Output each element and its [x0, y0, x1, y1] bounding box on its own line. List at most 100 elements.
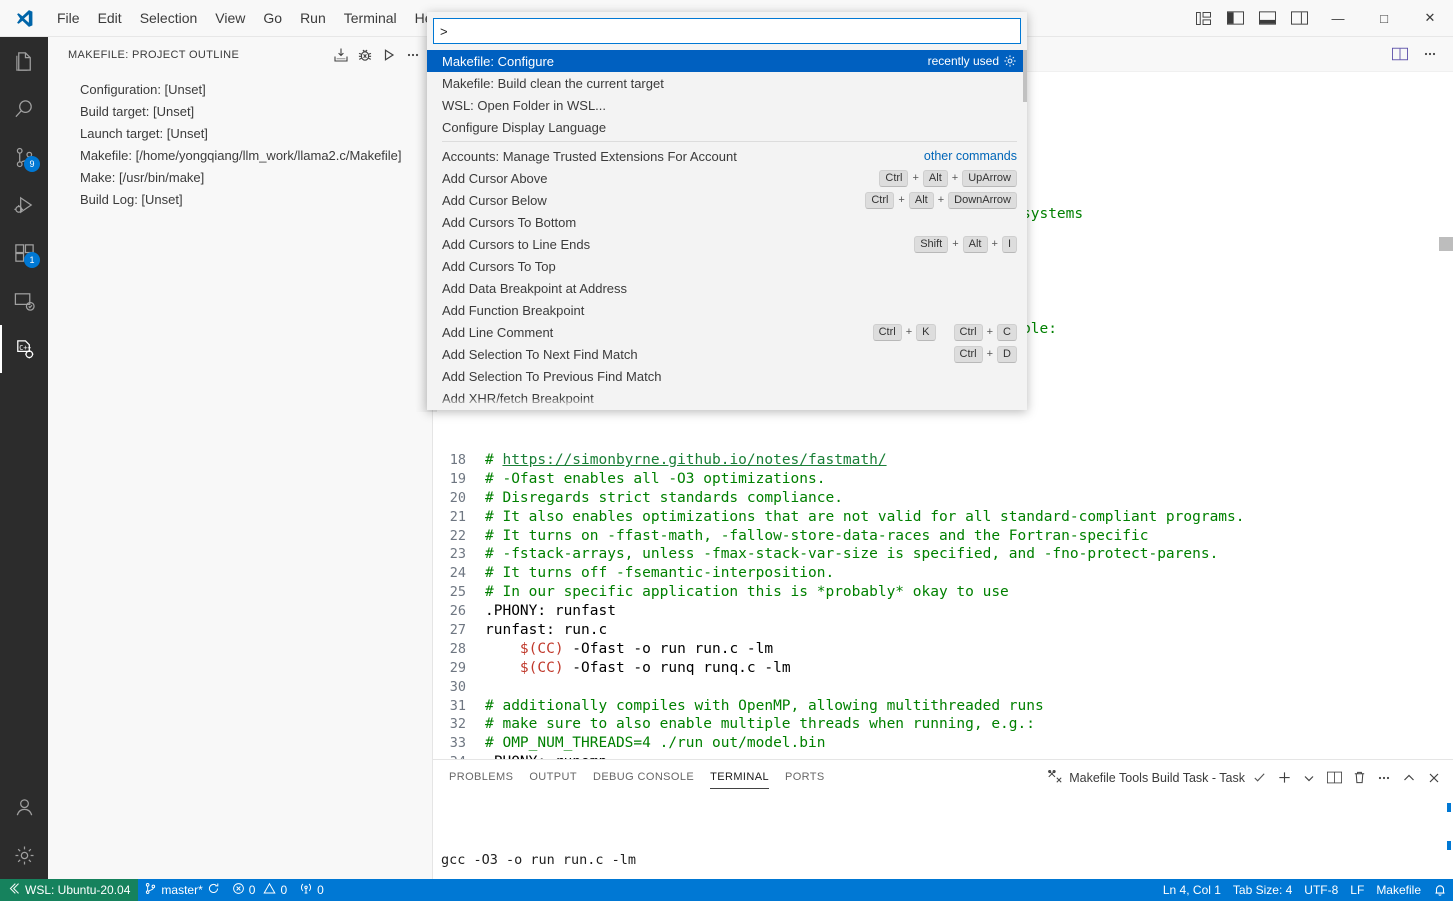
outline-row-configuration[interactable]: Configuration: [Unset]: [48, 78, 432, 100]
keybinding-plus: +: [898, 194, 905, 206]
sidebar-item-source-control[interactable]: 9: [0, 133, 48, 181]
code-line: 24 # It turns off -fsemantic-interpositio…: [433, 564, 1453, 583]
status-eol[interactable]: LF: [1344, 879, 1370, 901]
palette-item[interactable]: Add Cursors To Top: [427, 255, 1027, 277]
close-panel-icon[interactable]: [1423, 767, 1445, 789]
command-palette-list[interactable]: Makefile: Configure recently used Makefile…: [427, 50, 1027, 410]
palette-item[interactable]: Add Cursors to Line Ends Shift + Alt + I: [427, 233, 1027, 255]
keybinding-key: DownArrow: [948, 191, 1017, 209]
palette-item[interactable]: C/C++: Change Configuration Provider: [427, 409, 1027, 410]
palette-item[interactable]: WSL: Open Folder in WSL...: [427, 94, 1027, 116]
palette-item[interactable]: Accounts: Manage Trusted Extensions For …: [427, 145, 1027, 167]
editor-scrollbar-thumb[interactable]: [1439, 237, 1453, 251]
toggle-panel-icon[interactable]: [1251, 0, 1283, 36]
tab-terminal[interactable]: TERMINAL: [702, 760, 777, 795]
collapse-panel-icon[interactable]: [1398, 767, 1420, 789]
palette-item[interactable]: Add Cursors To Bottom: [427, 211, 1027, 233]
palette-item[interactable]: Add Selection To Previous Find Match: [427, 365, 1027, 387]
menu-go[interactable]: Go: [254, 5, 291, 31]
sidebar-item-search[interactable]: [0, 85, 48, 133]
editor-more-actions-icon[interactable]: [1417, 42, 1443, 66]
code-line: 23 # -fstack-arrays, unless -fmax-stack-v…: [433, 545, 1453, 564]
menu-run[interactable]: Run: [291, 5, 335, 31]
outline-row-build-target[interactable]: Build target: [Unset]: [48, 100, 432, 122]
status-tab-size[interactable]: Tab Size: 4: [1227, 879, 1298, 901]
command-palette-rows: Makefile: Configure recently used Makefile…: [427, 50, 1027, 410]
palette-item[interactable]: Add Cursor Above Ctrl + Alt + UpArrow: [427, 167, 1027, 189]
new-terminal-icon[interactable]: [1273, 767, 1295, 789]
more-actions-icon[interactable]: [402, 44, 424, 66]
palette-item[interactable]: Add Data Breakpoint at Address: [427, 277, 1027, 299]
palette-item[interactable]: Makefile: Configure recently used: [427, 50, 1027, 72]
configure-keybinding-gear-icon[interactable]: [1003, 54, 1017, 68]
status-problems[interactable]: 0 0: [226, 879, 293, 901]
palette-item[interactable]: Configure Display Language: [427, 116, 1027, 138]
palette-item[interactable]: Add Function Breakpoint: [427, 299, 1027, 321]
menu-edit[interactable]: Edit: [89, 5, 131, 31]
status-remote-indicator[interactable]: WSL: Ubuntu-20.04: [0, 879, 139, 901]
tab-ports[interactable]: PORTS: [777, 760, 833, 795]
chevron-down-icon[interactable]: [1298, 767, 1320, 789]
split-editor-right-icon[interactable]: [1387, 42, 1413, 66]
status-branch[interactable]: master*: [138, 879, 225, 901]
palette-scrollbar-thumb[interactable]: [1023, 50, 1027, 102]
status-language-mode[interactable]: Makefile: [1370, 879, 1427, 901]
palette-item[interactable]: Add Cursor Below Ctrl + Alt + DownArrow: [427, 189, 1027, 211]
code-line-fragment: systems: [1022, 206, 1084, 222]
sidebar-item-makefile-tools[interactable]: C++: [0, 325, 48, 373]
code-lines: 18 # https://simonbyrne.github.io/notes/f…: [433, 451, 1453, 759]
outline-row-launch-target[interactable]: Launch target: [Unset]: [48, 122, 432, 144]
sidebar-item-explorer[interactable]: [0, 37, 48, 85]
status-ports[interactable]: 0: [293, 879, 330, 901]
toggle-secondary-sidebar-icon[interactable]: [1283, 0, 1315, 36]
menu-view[interactable]: View: [206, 5, 254, 31]
editor-scrollbar[interactable]: [1439, 107, 1453, 759]
palette-item[interactable]: Add XHR/fetch Breakpoint: [427, 387, 1027, 409]
warning-icon: [263, 882, 277, 898]
split-terminal-icon[interactable]: [1323, 767, 1345, 789]
kill-terminal-icon[interactable]: [1348, 767, 1370, 789]
accounts-icon[interactable]: [0, 783, 48, 831]
menu-terminal[interactable]: Terminal: [335, 5, 406, 31]
window-maximize-button[interactable]: □: [1361, 0, 1407, 37]
terminal-output[interactable]: gcc -O3 -o run run.c -lm gcc -O3 -o runq…: [433, 795, 1453, 880]
code-line: 21 # It also enables optimizations that a…: [433, 508, 1453, 527]
customize-layout-icon[interactable]: [1187, 0, 1219, 36]
palette-item-label: Add Cursor Above: [442, 170, 548, 186]
menu-file[interactable]: File: [48, 5, 89, 31]
gear-icon[interactable]: [0, 831, 48, 879]
sidebar-item-run-and-debug[interactable]: [0, 181, 48, 229]
side-bar: MAKEFILE: PROJECT OUTLINE Configuration:…: [48, 37, 433, 879]
panel-more-actions-icon[interactable]: [1373, 767, 1395, 789]
terminal-tab-selector[interactable]: Makefile Tools Build Task - Task: [1047, 768, 1245, 787]
tab-output[interactable]: OUTPUT: [521, 760, 585, 795]
window-close-button[interactable]: ✕: [1407, 0, 1453, 37]
command-palette-input[interactable]: [433, 18, 1021, 44]
panel: PROBLEMS OUTPUT DEBUG CONSOLE TERMINAL P…: [433, 759, 1453, 879]
palette-scrollbar[interactable]: [1023, 50, 1027, 410]
tab-debug-console[interactable]: DEBUG CONSOLE: [585, 760, 702, 795]
palette-item[interactable]: Makefile: Build clean the current target: [427, 72, 1027, 94]
sidebar-item-extensions[interactable]: 1: [0, 229, 48, 277]
line-number: 23: [449, 546, 466, 563]
command-palette[interactable]: Makefile: Configurerecently usedMakefile…: [427, 12, 1027, 410]
debug-icon[interactable]: [354, 44, 376, 66]
sync-icon[interactable]: [207, 882, 220, 898]
menu-selection[interactable]: Selection: [131, 5, 207, 31]
sidebar-item-remote-explorer[interactable]: [0, 277, 48, 325]
status-cursor-position[interactable]: Ln 4, Col 1: [1157, 879, 1227, 901]
code-line-text: $(CC) -Ofast -o run run.c -lm: [519, 640, 774, 657]
toggle-primary-sidebar-icon[interactable]: [1219, 0, 1251, 36]
palette-item[interactable]: Add Selection To Next Find Match Ctrl + D: [427, 343, 1027, 365]
outline-row-makefile[interactable]: Makefile: [/home/yongqiang/llm_work/llam…: [48, 144, 432, 166]
outline-row-build-log[interactable]: Build Log: [Unset]: [48, 188, 432, 210]
run-icon[interactable]: [378, 44, 400, 66]
tab-problems[interactable]: PROBLEMS: [441, 760, 521, 795]
bell-icon[interactable]: [1427, 879, 1453, 901]
outline-row-make[interactable]: Make: [/usr/bin/make]: [48, 166, 432, 188]
window-minimize-button[interactable]: —: [1315, 0, 1361, 37]
build-icon[interactable]: [330, 44, 352, 66]
palette-item[interactable]: Add Line Comment Ctrl + K Ctrl + C: [427, 321, 1027, 343]
code-line-text: # It turns on -ffast-math, -fallow-store…: [485, 527, 1149, 544]
status-encoding[interactable]: UTF-8: [1298, 879, 1344, 901]
